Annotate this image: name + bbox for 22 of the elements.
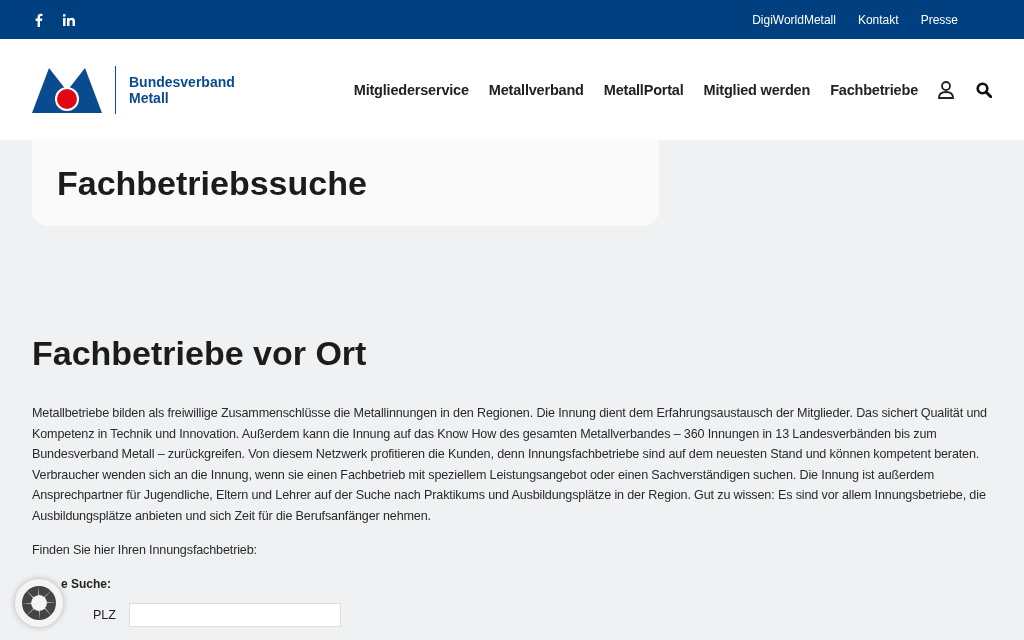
field-label: PLZ [93, 608, 116, 623]
privacy-settings-button[interactable] [15, 579, 63, 627]
facebook-icon[interactable] [34, 12, 43, 27]
linkedin-icon[interactable] [63, 13, 75, 26]
logo-text: Bundesverband [129, 73, 235, 90]
top-link[interactable]: DigiWorldMetall [752, 12, 836, 27]
nav-link[interactable]: MetallPortal [603, 81, 684, 98]
paragraph: Metallbetriebe bilden als freiwillige Zusammenschlüsse die Metallinnungen in den Regionen. Die Innung dient dem Erfahrungsaustausch der Mitglieder. Das sichert Qualität und Kompetenz in Technik und Innovation. Außerdem kann die Innung auf das Know How des gesamten Metallverbandes – 360 Innungen in 13 Landesverbänden bis zum Bundesverband Metall – zurückgreifen. Von diesem Netzwerk profitieren die Kunden, denn Innungsfachbetriebe sind auf dem neuesten Stand und können kompetent beraten. Verbraucher wenden sich an die Innung, wenn sie einen Fachbetrieb mit speziellem Leistungsangebot oder einen Sachverständigen suchen. Die Innung ist außerdem Ansprechpartner für Jugendliche, Eltern und Lehrer auf der Suche nach Praktikums und Ausbildungsplätze in der Region. Gut zu wissen: Es sind vor allem Innungsbetriebe, die Ausbildungsplätze anbieten und sich Zeit für die Berufsanfänger nehmen. [32, 405, 988, 525]
nav-link[interactable]: Metallverband [488, 81, 584, 98]
nav-link[interactable]: Mitglied werden [703, 81, 811, 98]
nav-link[interactable]: Fachbetriebe [830, 81, 918, 98]
user-icon[interactable] [938, 80, 954, 99]
page-title: Fachbetriebssuche [57, 163, 367, 203]
top-link[interactable]: Kontakt [857, 12, 899, 27]
search-label: e Suche: [60, 577, 112, 592]
input-field[interactable] [128, 603, 341, 628]
section-heading: Fachbetriebe vor Ort [32, 334, 368, 373]
logo-text: Metall [129, 89, 170, 106]
nav-link[interactable]: Mitgliederservice [353, 81, 469, 98]
top-link[interactable]: Presse [920, 12, 958, 27]
intro-text: Finden Sie hier Ihren Innungsfachbetrieb: [32, 541, 258, 559]
search-icon[interactable] [976, 81, 992, 98]
